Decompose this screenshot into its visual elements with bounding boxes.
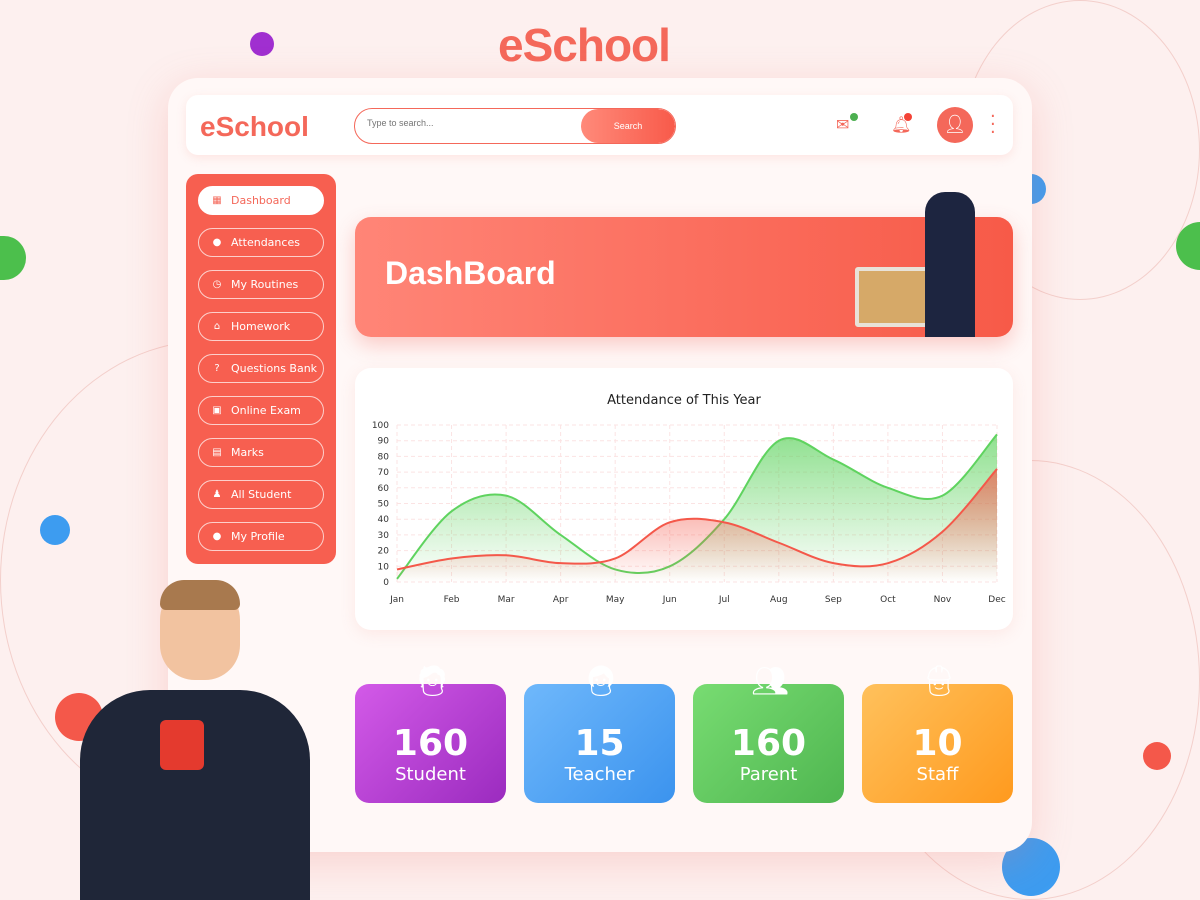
clock-icon: ◷ <box>212 279 222 290</box>
x-tick-label: Sep <box>825 595 842 605</box>
sidebar-item-dashboard[interactable]: ▦ Dashboard <box>198 186 324 215</box>
decor-ball <box>250 32 274 56</box>
attendance-chart-card: Attendance of This Year 0 10 20 30 40 50 60 70 8… <box>355 368 1013 630</box>
x-tick-label: Jun <box>662 595 677 605</box>
x-tick-label: Apr <box>553 595 569 605</box>
clipboard-icon: ▤ <box>212 447 222 458</box>
staff-icon: 👷︎ <box>920 664 959 699</box>
sidebar-item-all-student[interactable]: ♟ All Student <box>198 480 324 509</box>
x-tick-label: May <box>606 595 625 605</box>
x-tick-label: Jul <box>718 595 730 605</box>
dashboard-banner: DashBoard <box>355 192 1013 337</box>
sidebar-item-marks[interactable]: ▤ Marks <box>198 438 324 467</box>
businessman-illustration <box>70 580 320 900</box>
y-tick-label: 50 <box>378 500 390 510</box>
stat-card-staff[interactable]: 👷︎ 10 Staff <box>862 664 1013 803</box>
y-tick-label: 90 <box>378 437 390 447</box>
sidebar-item-online-exam[interactable]: ▣ Online Exam <box>198 396 324 425</box>
search-input[interactable] <box>367 118 577 128</box>
student-icon: ♟ <box>212 489 222 500</box>
decor-ball <box>40 515 70 545</box>
y-tick-label: 80 <box>378 452 390 462</box>
y-tick-label: 60 <box>378 484 390 494</box>
y-tick-label: 30 <box>378 531 390 541</box>
parent-icon: 👥︎ <box>751 664 790 699</box>
question-icon: ? <box>214 363 220 374</box>
sidebar-item-my-routines[interactable]: ◷ My Routines <box>198 270 324 299</box>
header-logo[interactable]: eSchool <box>200 111 309 143</box>
teacher-illustration <box>925 192 975 337</box>
x-tick-label: Feb <box>444 595 460 605</box>
stat-value: 160 <box>730 723 807 764</box>
more-menu-icon[interactable]: · · · <box>990 108 996 142</box>
stat-label: Staff <box>916 764 959 785</box>
avatar[interactable]: 👤︎ <box>937 107 973 143</box>
student-icon: 🧑︎ <box>413 664 452 699</box>
y-tick-label: 0 <box>383 578 389 588</box>
bell-notification-dot <box>904 113 912 121</box>
x-tick-label: Nov <box>934 595 952 605</box>
sidebar-item-my-profile[interactable]: ● My Profile <box>198 522 324 551</box>
mail-notification-dot <box>850 113 858 121</box>
y-tick-label: 20 <box>378 547 390 557</box>
sidebar: ▦ Dashboard ● Attendances ◷ My Routines ⌂ Ho… <box>186 174 336 564</box>
stat-value: 160 <box>392 723 469 764</box>
page-title: DashBoard <box>385 255 556 291</box>
x-tick-label: Jan <box>389 595 404 605</box>
stat-label: Teacher <box>564 764 635 785</box>
search-button[interactable]: Search <box>581 109 675 143</box>
stat-card-teacher[interactable]: 👩︎ 15 Teacher <box>524 664 675 803</box>
monitor-icon: ▣ <box>212 405 222 416</box>
decor-ball <box>0 236 26 280</box>
y-tick-label: 100 <box>372 421 389 431</box>
stat-value: 15 <box>574 723 625 764</box>
stat-card-parent[interactable]: 👥︎ 160 Parent <box>693 664 844 803</box>
y-tick-label: 70 <box>378 468 390 478</box>
x-tick-label: Aug <box>770 595 788 605</box>
attendance-chart: 0 10 20 30 40 50 60 70 80 90 100 Jan Feb Mar Apr May Jun… <box>372 421 1006 605</box>
decor-ball <box>1143 742 1171 770</box>
search-bar: Search <box>354 108 676 144</box>
home-icon: ⌂ <box>213 321 221 332</box>
user-icon: ● <box>212 237 222 248</box>
corkboard-illustration <box>855 267 935 327</box>
stat-label: Student <box>395 764 466 785</box>
dashboard-icon: ▦ <box>212 195 222 206</box>
sidebar-item-attendances[interactable]: ● Attendances <box>198 228 324 257</box>
sidebar-item-homework[interactable]: ⌂ Homework <box>198 312 324 341</box>
sidebar-item-questions-bank[interactable]: ? Questions Bank <box>198 354 324 383</box>
brand-logo: eSchool <box>498 19 671 71</box>
teacher-icon: 👩︎ <box>582 664 621 699</box>
stat-value: 10 <box>912 723 963 764</box>
top-header: eSchool Search ✉ 🔔︎ 👤︎ ··· <box>186 95 1013 155</box>
x-tick-label: Mar <box>498 595 515 605</box>
y-tick-label: 40 <box>378 515 390 525</box>
stat-label: Parent <box>739 764 798 785</box>
mail-icon[interactable]: ✉ <box>836 115 849 134</box>
y-tick-label: 10 <box>378 562 390 572</box>
x-tick-label: Dec <box>988 595 1005 605</box>
x-tick-label: Oct <box>880 595 896 605</box>
profile-icon: ● <box>212 531 222 542</box>
stat-card-student[interactable]: 🧑︎ 160 Student <box>355 664 506 803</box>
